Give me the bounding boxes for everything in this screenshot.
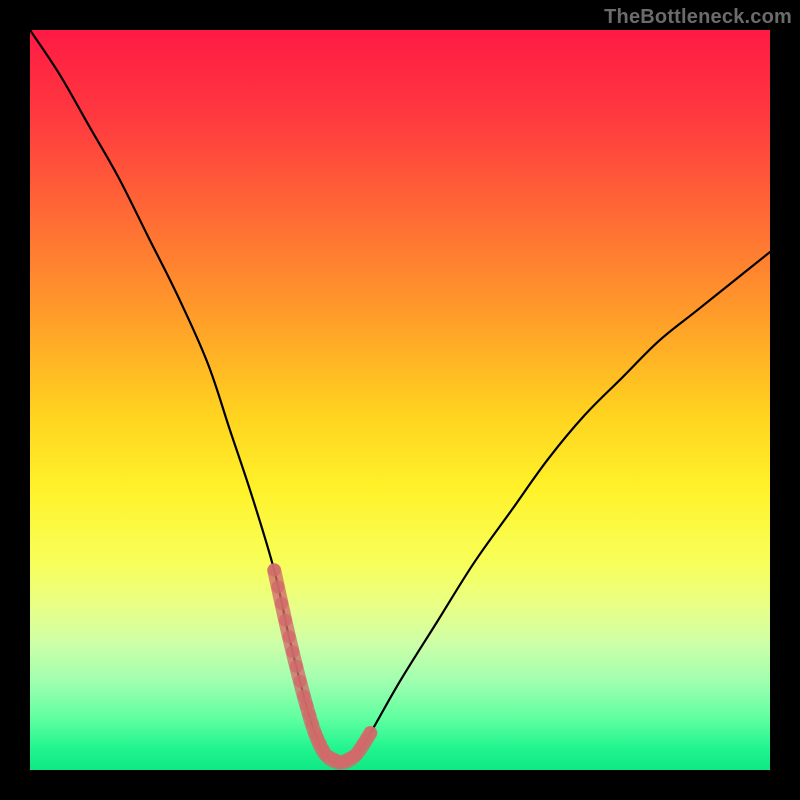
highlight-dot	[279, 614, 292, 627]
bottleneck-curve	[30, 30, 770, 763]
chart-svg	[30, 30, 770, 770]
highlight-dot	[283, 630, 296, 643]
watermark-text: TheBottleneck.com	[604, 6, 792, 29]
highlight-dot	[290, 660, 303, 673]
plot-area	[30, 30, 770, 770]
highlight-dot	[275, 597, 288, 610]
chart-frame: TheBottleneck.com	[0, 0, 800, 800]
highlight-dot	[268, 564, 281, 577]
highlight-segment	[274, 570, 370, 762]
highlight-dot	[286, 645, 299, 658]
highlight-dot	[294, 675, 307, 688]
highlight-dot	[271, 580, 284, 593]
highlight-dot	[364, 727, 377, 740]
